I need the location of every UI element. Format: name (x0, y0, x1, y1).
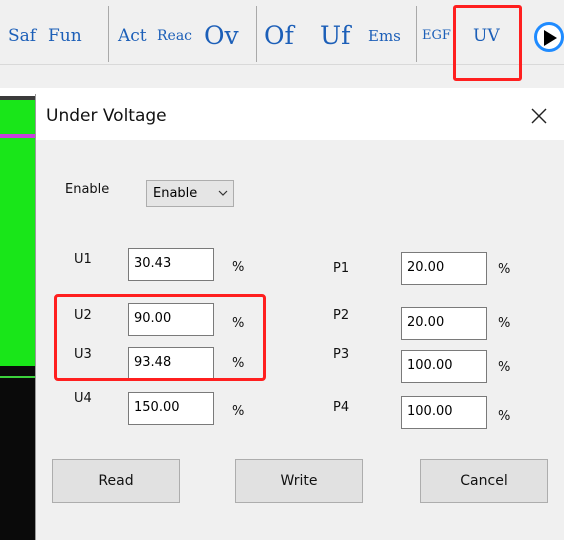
dialog-title: Under Voltage (46, 106, 167, 126)
background-window-dark-panel (0, 366, 36, 540)
cancel-button[interactable]: Cancel (420, 459, 548, 503)
p3-input[interactable] (401, 350, 487, 383)
toolbar-button-reac[interactable]: Reac (157, 18, 192, 54)
u1-input[interactable] (128, 248, 214, 281)
background-window-green-line (0, 376, 36, 378)
p3-label: P3 (333, 347, 350, 362)
toolbar-button-act[interactable]: Act (118, 18, 147, 54)
toolbar-button-egf[interactable]: EGF (422, 18, 451, 54)
play-button[interactable] (534, 22, 564, 52)
play-icon (544, 30, 557, 46)
p4-input[interactable] (401, 396, 487, 429)
p4-unit: % (498, 409, 511, 424)
u1-label: U1 (74, 252, 92, 267)
toolbar: Saf Fun Act Reac Ov Of Uf Ems EGF UV (0, 0, 564, 88)
p1-label: P1 (333, 261, 350, 276)
background-window-green-panel (0, 100, 36, 366)
p2-unit: % (498, 316, 511, 331)
p3-unit: % (498, 360, 511, 375)
u4-label: U4 (74, 391, 92, 406)
toolbar-button-ov[interactable]: Ov (204, 18, 239, 54)
toolbar-button-uf[interactable]: Uf (320, 18, 350, 54)
close-button[interactable] (526, 102, 552, 130)
u1-unit: % (232, 260, 245, 275)
p4-label: P4 (333, 400, 350, 415)
enable-label: Enable (65, 182, 110, 197)
write-button[interactable]: Write (235, 459, 363, 503)
p2-input[interactable] (401, 307, 487, 340)
toolbar-button-ems[interactable]: Ems (368, 18, 401, 54)
u4-input[interactable] (128, 392, 214, 425)
enable-select-value: Enable (153, 186, 198, 201)
read-button[interactable]: Read (52, 459, 180, 503)
p1-input[interactable] (401, 252, 487, 285)
highlight-u2-u3-box (54, 294, 266, 381)
u4-unit: % (232, 404, 245, 419)
p1-unit: % (498, 262, 511, 277)
p2-label: P2 (333, 308, 350, 323)
toolbar-button-fun[interactable]: Fun (48, 18, 82, 54)
toolbar-button-of[interactable]: Of (264, 18, 294, 54)
under-voltage-dialog: Under Voltage Enable Enable U1 % U2 % U3… (36, 94, 564, 540)
enable-select[interactable]: Enable (146, 180, 234, 207)
dialog-titlebar: Under Voltage (36, 94, 564, 140)
toolbar-separator (108, 6, 109, 62)
toolbar-separator (416, 6, 417, 62)
chevron-down-icon (218, 190, 228, 196)
toolbar-button-saf[interactable]: Saf (8, 18, 36, 54)
toolbar-separator (256, 6, 257, 62)
close-icon (531, 108, 547, 124)
highlight-uv-box (453, 5, 522, 81)
background-window-pink-line (0, 134, 36, 138)
